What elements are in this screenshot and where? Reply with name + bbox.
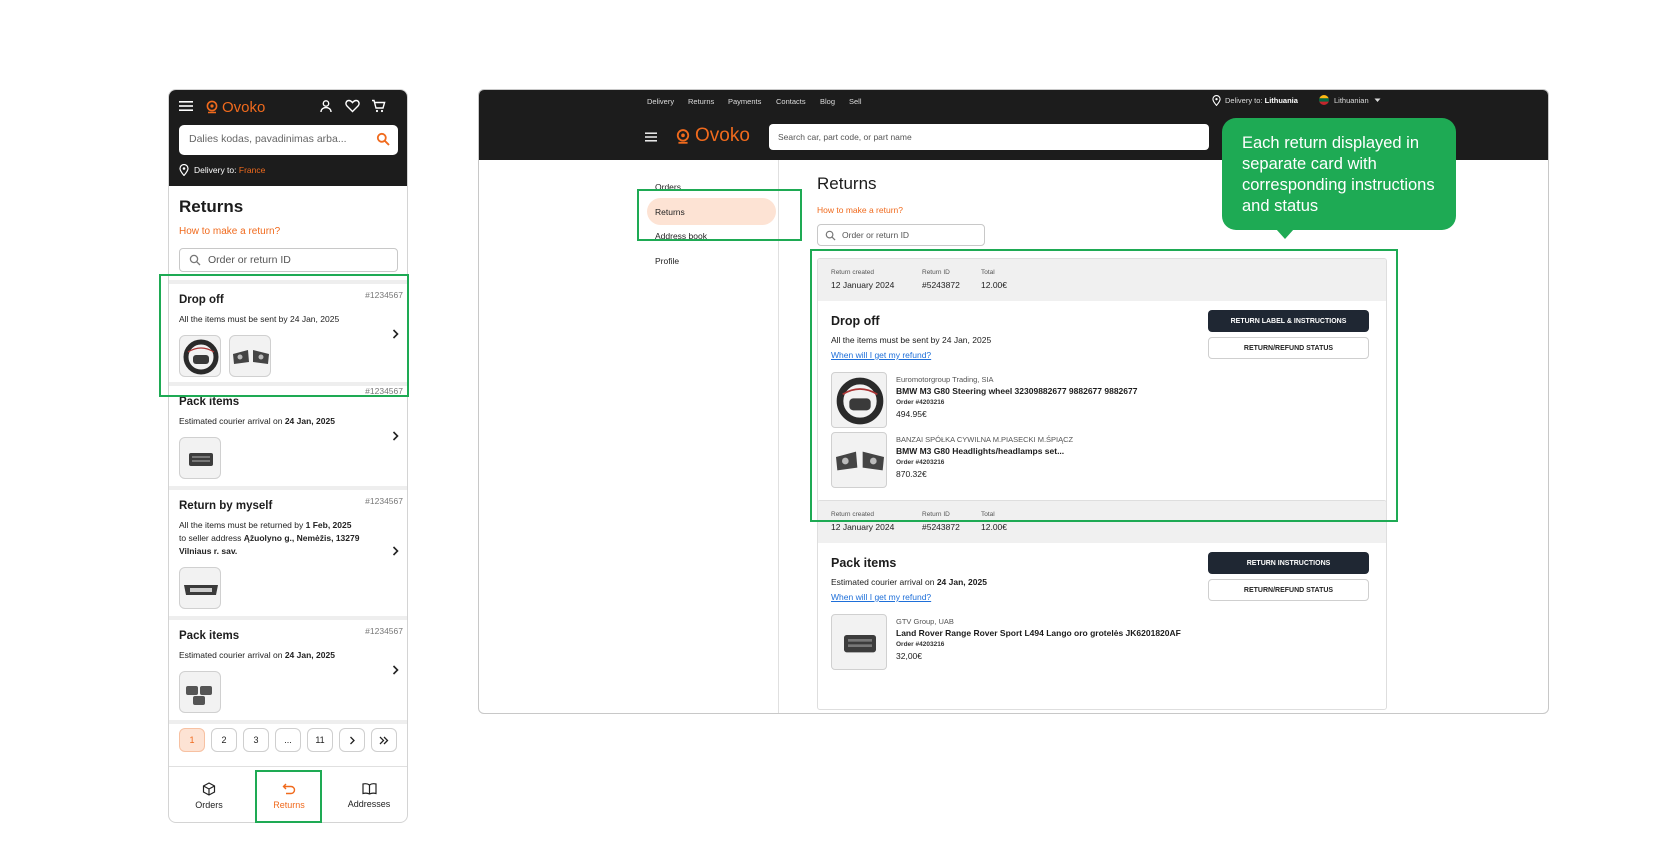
order-id-search-input[interactable]: Order or return ID <box>179 248 398 272</box>
return-total: 12.00€ <box>981 522 1007 532</box>
return-type: Pack items <box>179 396 240 408</box>
top-link-returns[interactable]: Returns <box>688 97 714 106</box>
box-icon <box>202 781 216 796</box>
mobile-header: Ovoko Dalies kodas, pavadinimas arba... … <box>169 90 407 186</box>
page-button-1[interactable]: 1 <box>179 728 205 752</box>
part-thumbnail <box>831 614 887 670</box>
top-link-payments[interactable]: Payments <box>728 97 761 106</box>
part-thumbnail <box>179 437 221 479</box>
caret-down-icon <box>1374 98 1381 102</box>
divider <box>169 720 407 724</box>
ovoko-logo[interactable]: Ovoko <box>205 98 265 116</box>
highlight-box <box>637 189 802 241</box>
lithuania-flag-icon <box>1319 95 1329 105</box>
page-button-3[interactable]: 3 <box>243 728 269 752</box>
menu-icon[interactable] <box>645 132 657 142</box>
courier-arrival: Estimated courier arrival on 24 Jan, 202… <box>179 650 335 660</box>
book-icon <box>361 783 377 795</box>
courier-arrival: Estimated courier arrival on 24 Jan, 202… <box>831 577 987 587</box>
top-link-blog[interactable]: Blog <box>820 97 835 106</box>
last-page-button[interactable] <box>371 728 397 752</box>
refund-info-link[interactable]: When will I get my refund? <box>831 592 931 602</box>
highlight-box <box>255 770 322 823</box>
top-link-sell[interactable]: Sell <box>849 97 862 106</box>
language-selector[interactable]: Lithuanian <box>1319 95 1381 105</box>
page-title: Returns <box>817 174 877 193</box>
delivery-country: France <box>238 165 266 175</box>
order-id-search-input[interactable]: Order or return ID <box>817 224 985 246</box>
nav-orders[interactable]: Orders <box>169 767 249 822</box>
nav-addresses[interactable]: Addresses <box>329 767 407 822</box>
delivery-location[interactable]: Delivery to: France <box>179 164 265 176</box>
top-link-contacts[interactable]: Contacts <box>776 97 806 106</box>
return-number: #1234567 <box>365 626 403 636</box>
location-pin-icon <box>179 164 189 176</box>
return-type: Return by myself <box>179 500 273 512</box>
mobile-screen: Ovoko Dalies kodas, pavadinimas arba... … <box>168 89 408 823</box>
courier-arrival: Estimated courier arrival on 24 Jan, 202… <box>179 416 335 426</box>
return-type: Pack items <box>179 630 240 642</box>
top-link-delivery[interactable]: Delivery <box>647 97 674 106</box>
search-icon <box>189 254 201 266</box>
search-icon <box>825 230 836 241</box>
product-name[interactable]: Land Rover Range Rover Sport L494 Lango … <box>896 628 1181 638</box>
annotation-callout: Each return displayed in separate card w… <box>1222 118 1456 230</box>
account-icon[interactable] <box>319 99 333 113</box>
chevron-right-icon <box>349 736 355 744</box>
return-id: #5243872 <box>922 522 960 532</box>
cart-icon[interactable] <box>371 99 386 113</box>
search-icon[interactable] <box>376 132 390 146</box>
search-input[interactable]: Dalies kodas, pavadinimas arba... <box>179 125 398 155</box>
delivery-location[interactable]: Delivery to: Lithuania <box>1212 95 1298 106</box>
return-card[interactable]: Return by myself #1234567 All the items … <box>169 486 407 616</box>
return-card[interactable]: Pack items #1234567 Estimated courier ar… <box>169 382 407 486</box>
product-price: 32,00€ <box>896 651 922 661</box>
callout-pointer <box>1276 229 1294 239</box>
pagination: 1 2 3 ... 11 <box>179 728 397 752</box>
return-number: #1234567 <box>365 496 403 506</box>
return-card[interactable]: Pack items #1234567 Estimated courier ar… <box>169 616 407 720</box>
order-number: Order #4203216 <box>896 641 945 648</box>
how-to-return-link[interactable]: How to make a return? <box>179 226 280 237</box>
part-thumbnail <box>179 671 221 713</box>
return-type: Pack items <box>831 556 897 570</box>
sidebar-item-profile[interactable]: Profile <box>655 256 679 266</box>
highlight-box <box>810 249 1398 522</box>
search-input[interactable]: Search car, part code, or part name <box>769 124 1209 150</box>
grille-thumbnail <box>179 567 221 609</box>
highlight-box <box>159 274 409 397</box>
chevron-right-icon[interactable] <box>392 431 399 441</box>
return-instructions-button[interactable]: RETURN INSTRUCTIONS <box>1208 552 1369 574</box>
page-ellipsis: ... <box>275 728 301 752</box>
next-page-button[interactable] <box>339 728 365 752</box>
ovoko-logo-icon <box>676 128 690 144</box>
page-title: Returns <box>179 197 244 216</box>
return-deadline: All the items must be returned by 1 Feb,… <box>179 520 360 556</box>
return-created-date: 12 January 2024 <box>831 522 895 532</box>
how-to-return-link[interactable]: How to make a return? <box>817 205 903 215</box>
chevron-right-icon[interactable] <box>392 665 399 675</box>
seller-name: GTV Group, UAB <box>896 617 954 626</box>
page-button-11[interactable]: 11 <box>307 728 333 752</box>
chevron-right-icon[interactable] <box>392 546 399 556</box>
menu-icon[interactable] <box>179 100 193 112</box>
account-sidebar: Orders Returns Address book Profile <box>479 160 779 713</box>
heart-icon[interactable] <box>345 99 360 113</box>
location-pin-icon <box>1212 95 1221 106</box>
double-chevron-right-icon <box>379 736 389 744</box>
page-button-2[interactable]: 2 <box>211 728 237 752</box>
return-card: Return created 12 January 2024 Return ID… <box>817 500 1387 710</box>
ovoko-logo[interactable]: Ovoko <box>675 125 750 147</box>
ovoko-logo-icon <box>206 100 218 114</box>
refund-status-button[interactable]: RETURN/REFUND STATUS <box>1208 579 1369 601</box>
